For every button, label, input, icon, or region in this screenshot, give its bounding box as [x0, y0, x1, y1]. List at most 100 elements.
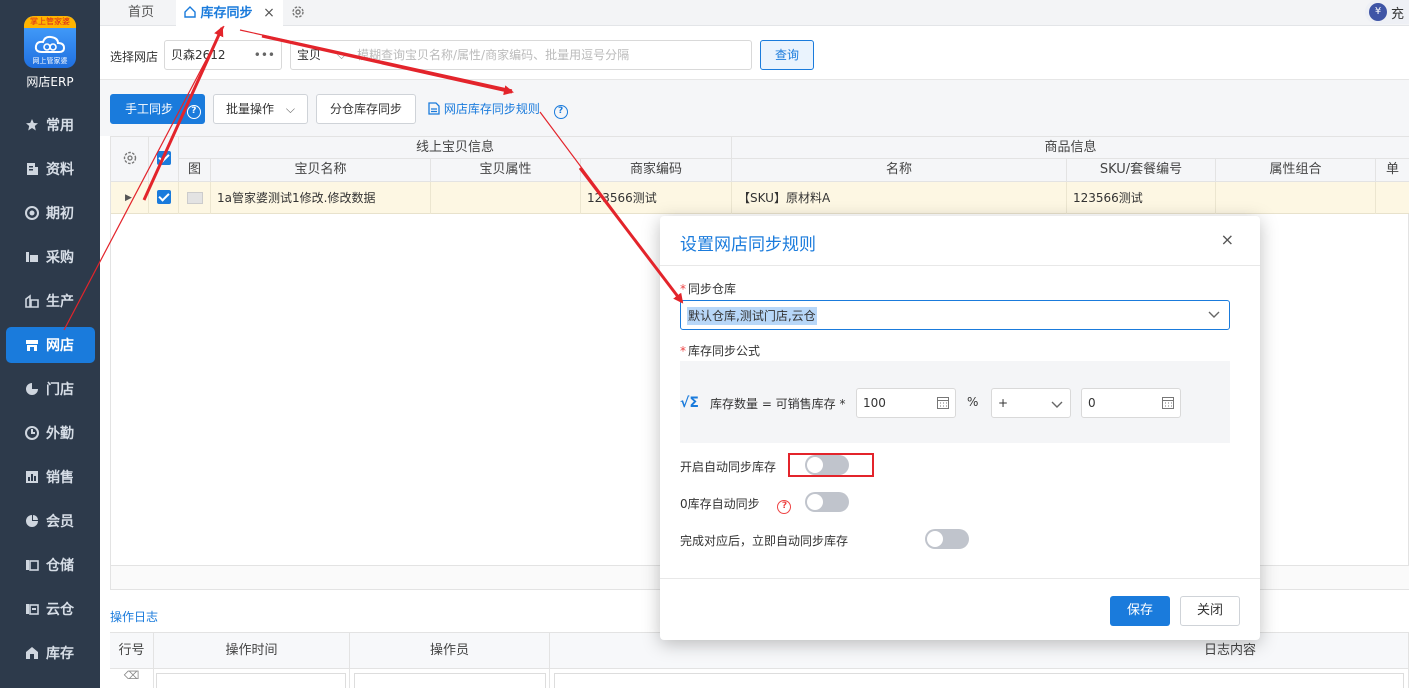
row-checkbox-cell[interactable]: [149, 182, 179, 214]
filter-clear-icon[interactable]: ⌫: [110, 669, 154, 688]
dialog-title: 设置网店同步规则: [680, 235, 816, 255]
after-match-sync-toggle[interactable]: [925, 529, 969, 549]
log-filter-operator[interactable]: [350, 669, 550, 688]
operation-log-title: 操作日志: [110, 610, 159, 624]
offset-input[interactable]: 0: [1081, 388, 1181, 418]
operator-value: +: [998, 396, 1009, 410]
operator-select[interactable]: +: [991, 388, 1071, 418]
help-icon[interactable]: ?: [777, 500, 792, 514]
row-thumbnail[interactable]: [179, 182, 211, 214]
col-header-attr-combo[interactable]: 属性组合: [1216, 159, 1376, 182]
member-icon: [24, 513, 40, 529]
row-expand-icon[interactable]: ▶: [111, 182, 149, 214]
table-row[interactable]: ▶ 1a管家婆测试1修改.修改数据 123566测试 【SKU】原材料A 123…: [111, 182, 1409, 214]
nav-label: 常用: [46, 118, 74, 134]
tab-inventory-sync[interactable]: 库存同步 ×: [176, 0, 283, 26]
close-icon[interactable]: ×: [1221, 230, 1234, 249]
shop-label: 选择网店: [110, 50, 159, 64]
cloud-warehouse-icon: [24, 601, 40, 617]
chevron-down-icon: [1208, 311, 1220, 318]
zero-sync-label: 0库存自动同步 ?: [680, 495, 792, 514]
row-goods-name: 【SKU】原材料A: [732, 182, 1067, 214]
nav-label: 网店: [46, 338, 74, 354]
warehouse-value: 默认仓库,测试门店,云仓: [687, 307, 817, 325]
log-col-time[interactable]: 操作时间: [154, 633, 350, 669]
nav-label: 生产: [46, 294, 74, 310]
batch-ops-button[interactable]: 批量操作 ⌵: [213, 94, 308, 124]
toolbar: 手工同步 ? 批量操作 ⌵ 分仓库存同步 网店库存同步规则 ?: [100, 80, 1409, 136]
warehouse-select[interactable]: 默认仓库,测试门店,云仓: [680, 300, 1230, 330]
col-header-goods-name[interactable]: 名称: [732, 159, 1067, 182]
calculator-icon[interactable]: [1162, 397, 1174, 409]
app-logo[interactable]: 掌上管家婆 网上管家婆: [24, 16, 76, 68]
more-icon[interactable]: •••: [254, 41, 275, 69]
close-icon[interactable]: ×: [263, 5, 275, 21]
target-icon: [24, 205, 40, 221]
nav-item-cloud-warehouse[interactable]: 云仓: [6, 591, 95, 627]
type-value: 宝贝: [297, 48, 322, 62]
col-header-merchant-code[interactable]: 商家编码: [581, 159, 732, 182]
col-header-sku[interactable]: SKU/套餐编号: [1067, 159, 1216, 182]
log-col-row-no[interactable]: 行号: [110, 633, 154, 669]
recharge-label: 充: [1391, 6, 1405, 22]
keyword-input[interactable]: 宝贝 ⌵ 模糊查询宝贝名称/属性/商家编码、批量用逗号分隔: [290, 40, 752, 70]
star-icon: [24, 117, 40, 133]
col-header-item-attr[interactable]: 宝贝属性: [431, 159, 581, 182]
nav-item-data[interactable]: 资料: [6, 151, 95, 187]
calculator-icon[interactable]: [937, 397, 949, 409]
field-icon: [24, 425, 40, 441]
formula-label: * 库存同步公式: [680, 344, 761, 358]
col-header-item-name[interactable]: 宝贝名称: [211, 159, 431, 182]
log-filter-time[interactable]: [154, 669, 350, 688]
nav-label: 门店: [46, 382, 74, 398]
shop-select[interactable]: 贝森2612 •••: [164, 40, 282, 70]
chart-icon: [24, 469, 40, 485]
row-checkbox[interactable]: [157, 190, 171, 204]
row-item-name: 1a管家婆测试1修改.修改数据: [211, 182, 431, 214]
shop-value: 贝森2612: [171, 48, 226, 62]
col-header-image[interactable]: 图: [179, 159, 211, 182]
col-header-unit[interactable]: 单: [1376, 159, 1409, 182]
help-icon[interactable]: ?: [553, 105, 568, 119]
brand-name: 网店ERP: [26, 75, 74, 89]
grid-settings-cell[interactable]: [111, 137, 149, 182]
sync-rule-label: 网店库存同步规则: [443, 102, 540, 116]
percent-input[interactable]: 100: [856, 388, 956, 418]
chevron-down-icon: [1051, 401, 1063, 408]
log-filter-content[interactable]: [550, 669, 1409, 688]
gear-icon[interactable]: [290, 4, 306, 20]
tab-home[interactable]: 首页: [128, 0, 154, 26]
nav-item-inventory[interactable]: 库存: [6, 635, 95, 671]
nav-item-common[interactable]: 常用: [6, 107, 95, 143]
query-button[interactable]: 查询: [760, 40, 814, 70]
save-button[interactable]: 保存: [1110, 596, 1170, 626]
nav-item-purchase[interactable]: 采购: [6, 239, 95, 275]
dialog-header: 设置网店同步规则 ×: [660, 216, 1260, 266]
help-icon[interactable]: ?: [186, 105, 201, 119]
recharge-button[interactable]: ¥ 充: [1365, 0, 1409, 24]
nav-item-shop[interactable]: 门店: [6, 371, 95, 407]
sync-rule-link[interactable]: 网店库存同步规则 ?: [428, 94, 568, 124]
nav-item-field[interactable]: 外勤: [6, 415, 95, 451]
store-icon: [24, 337, 40, 353]
nav-item-warehouse[interactable]: 仓储: [6, 547, 95, 583]
nav-item-sales[interactable]: 销售: [6, 459, 95, 495]
close-button[interactable]: 关闭: [1180, 596, 1240, 626]
nav-item-online-store[interactable]: 网店: [6, 327, 95, 363]
formula-icon: √Σ: [680, 395, 699, 411]
nav-item-production[interactable]: 生产: [6, 283, 95, 319]
select-all-cell[interactable]: [149, 137, 179, 182]
manual-sync-button[interactable]: 手工同步 ?: [110, 94, 205, 124]
offset-value: 0: [1088, 396, 1096, 410]
log-col-operator[interactable]: 操作员: [350, 633, 550, 669]
zero-sync-toggle[interactable]: [805, 492, 849, 512]
nav-label: 采购: [46, 250, 74, 266]
nav-item-opening[interactable]: 期初: [6, 195, 95, 231]
gear-icon[interactable]: [122, 150, 138, 166]
split-warehouse-sync-button[interactable]: 分仓库存同步: [316, 94, 416, 124]
nav-label: 销售: [46, 470, 74, 486]
keyword-placeholder: 模糊查询宝贝名称/属性/商家编码、批量用逗号分隔: [357, 48, 630, 62]
nav-item-member[interactable]: 会员: [6, 503, 95, 539]
row-item-attr: [431, 182, 581, 214]
select-all-checkbox[interactable]: [156, 151, 171, 165]
